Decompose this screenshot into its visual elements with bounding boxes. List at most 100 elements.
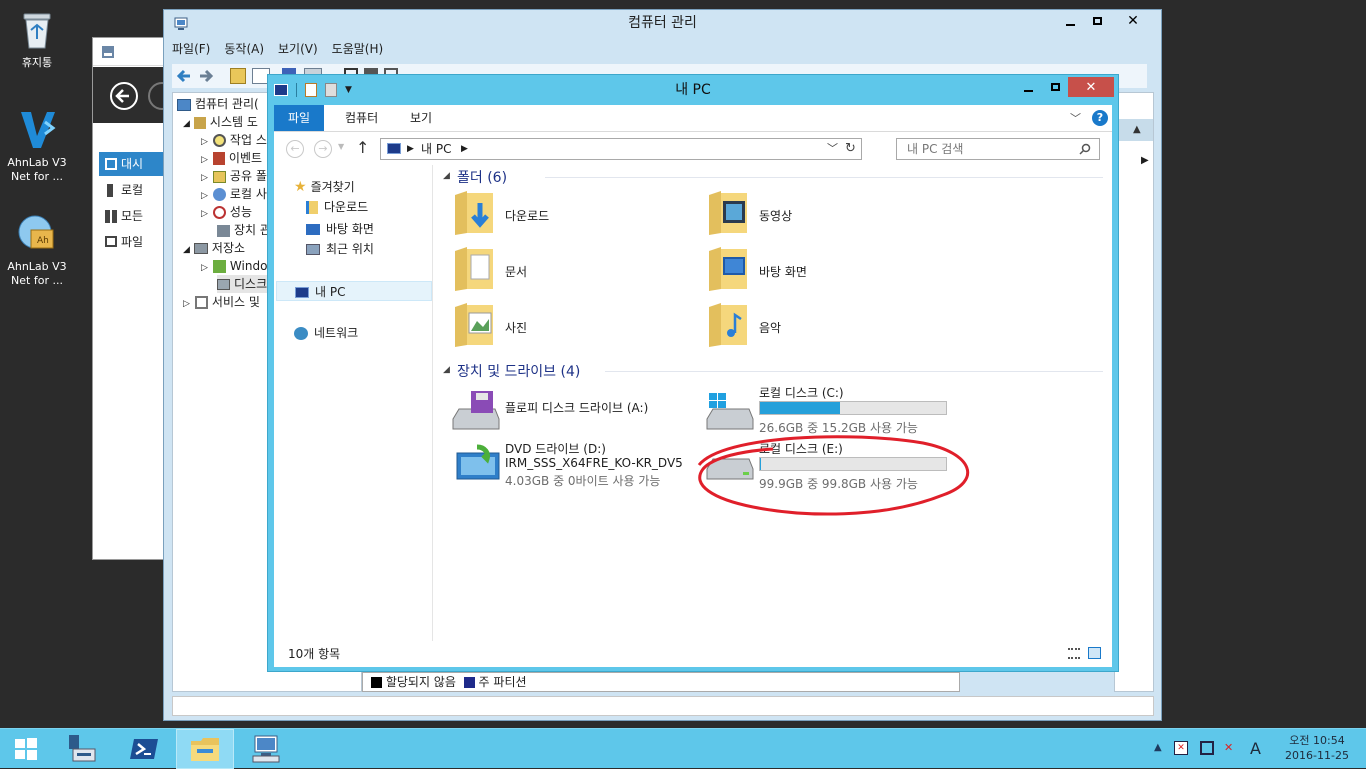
forward-button[interactable]: →: [314, 140, 332, 158]
tree-item-storage[interactable]: ◢저장소: [183, 239, 245, 257]
maximize-button[interactable]: [1084, 10, 1110, 32]
taskbar-server-manager[interactable]: [52, 729, 110, 769]
expand-ribbon-icon[interactable]: ﹀: [1070, 110, 1081, 126]
close-button[interactable]: ✕: [1068, 77, 1114, 97]
collapse-icon: ◢: [183, 119, 190, 129]
volume-muted-icon[interactable]: ✕: [1224, 741, 1240, 755]
tree-item-system-tools[interactable]: ◢시스템 도: [183, 113, 258, 131]
folder-item-desktop[interactable]: 바탕 화면: [759, 263, 807, 280]
start-button[interactable]: [0, 729, 52, 769]
ahnlab-setup-icon: Ah: [15, 212, 59, 256]
ribbon-tab-file[interactable]: 파일: [274, 105, 324, 131]
back-arrow-icon[interactable]: [109, 81, 139, 111]
desktop-icon-label: AhnLab V3 Net for ...: [7, 156, 66, 183]
tree-item-shared-folders[interactable]: ▷공유 폴: [201, 167, 267, 185]
folder-item-downloads[interactable]: 다운로드: [505, 207, 549, 224]
tree-item-root[interactable]: 컴퓨터 관리(: [177, 95, 259, 113]
tree-item-task-scheduler[interactable]: ▷작업 스: [201, 131, 267, 149]
tree-item-device-manager[interactable]: 장치 관: [217, 221, 271, 239]
tree-item-services[interactable]: ▷서비스 및: [183, 293, 260, 311]
sidebar-item-file-services[interactable]: 파일: [99, 230, 143, 254]
desktop-icon-ahnlab-1[interactable]: AhnLab V3 Net for ...: [1, 108, 73, 184]
minimize-button[interactable]: [1014, 77, 1042, 97]
actions-header[interactable]: ▲: [1115, 119, 1153, 141]
back-button[interactable]: ←: [286, 140, 304, 158]
search-icon: [1079, 143, 1091, 155]
folder-item-music[interactable]: 음악: [759, 319, 781, 336]
taskbar-powershell[interactable]: [116, 729, 174, 769]
menu-file[interactable]: 파일(F): [172, 40, 210, 60]
desktop-icon-recycle-bin[interactable]: 휴지통: [1, 8, 73, 70]
sidebar-item-local[interactable]: 로컬: [99, 178, 143, 202]
folder-item-videos[interactable]: 동영상: [759, 207, 792, 224]
chevron-down-icon[interactable]: ﹀: [827, 139, 838, 159]
folder-item-documents[interactable]: 문서: [505, 263, 527, 280]
drive-item-c[interactable]: 로컬 디스크 (C:): [759, 384, 844, 401]
expand-icon: ▷: [201, 191, 208, 201]
taskbar: ▲ ✕ ✕ A 오전 10:54 2016-11-25: [0, 728, 1366, 768]
nav-network[interactable]: 네트워크: [294, 323, 358, 343]
back-icon[interactable]: [176, 68, 192, 84]
expand-icon: ▷: [201, 155, 208, 165]
help-icon[interactable]: ?: [1092, 110, 1108, 126]
sidebar-item-all-servers[interactable]: 모든: [99, 204, 143, 228]
menu-view[interactable]: 보기(V): [278, 40, 318, 60]
nav-downloads[interactable]: 다운로드: [306, 197, 368, 217]
menu-action[interactable]: 동작(A): [224, 40, 264, 60]
ribbon-tab-view[interactable]: 보기: [396, 105, 446, 131]
ime-indicator[interactable]: A: [1250, 739, 1261, 758]
desktop-icon-label: 휴지통: [22, 56, 52, 69]
collapse-group-icon[interactable]: ◢: [443, 171, 450, 181]
drive-item-dvd[interactable]: DVD 드라이브 (D:): [505, 440, 606, 457]
taskbar-file-explorer[interactable]: [176, 729, 234, 769]
refresh-icon[interactable]: ↻: [845, 139, 856, 159]
group-header-devices[interactable]: 장치 및 드라이브 (4): [457, 361, 580, 381]
sidebar-item-dashboard[interactable]: 대시: [99, 152, 173, 176]
recent-locations-icon[interactable]: ▼: [338, 142, 344, 151]
drive-c-usage-bar: [759, 401, 947, 415]
action-center-icon[interactable]: ✕: [1174, 741, 1188, 755]
collapse-group-icon[interactable]: ◢: [443, 365, 450, 375]
more-actions-icon[interactable]: ▶: [1141, 155, 1149, 166]
nav-desktop[interactable]: 바탕 화면: [306, 219, 374, 239]
tree-item-performance[interactable]: ▷성능: [201, 203, 252, 221]
taskbar-computer-management[interactable]: [238, 729, 296, 769]
ribbon-tab-computer[interactable]: 컴퓨터: [331, 105, 392, 131]
desktop-icon-ahnlab-2[interactable]: Ah AhnLab V3 Net for ...: [1, 212, 73, 288]
nav-recent[interactable]: 최근 위치: [306, 239, 374, 259]
menu-help[interactable]: 도움말(H): [332, 40, 384, 60]
tree-item-event-viewer[interactable]: ▷이벤트: [201, 149, 262, 167]
chevron-right-icon[interactable]: ▶: [461, 139, 468, 159]
star-icon: ★: [294, 179, 307, 195]
computer-management-icon: [251, 734, 283, 764]
recycle-bin-icon: [15, 8, 59, 52]
nav-this-pc[interactable]: 내 PC: [276, 281, 432, 301]
network-tray-icon[interactable]: [1200, 741, 1214, 755]
nav-favorites[interactable]: ★즐겨찾기: [294, 177, 355, 197]
chevron-right-icon[interactable]: ▶: [407, 139, 414, 159]
show-hidden-icons[interactable]: ▲: [1154, 742, 1162, 753]
videos-folder-icon: [707, 189, 751, 237]
search-input[interactable]: 내 PC 검색: [896, 138, 1100, 160]
file-explorer-icon: [189, 735, 221, 763]
forward-icon[interactable]: [198, 68, 214, 84]
details-view-icon[interactable]: [1068, 648, 1080, 659]
up-folder-icon[interactable]: [230, 68, 246, 84]
explorer-window[interactable]: ▼ 내 PC ✕ 파일 컴퓨터 보기 ﹀ ? ← → ▼ ↑ ▶ 내 PC ▶ …: [267, 74, 1119, 672]
server-manager-titlebar[interactable]: [93, 38, 173, 66]
clock[interactable]: 오전 10:54 2016-11-25: [1272, 733, 1362, 763]
tree-item-local-users[interactable]: ▷로컬 사: [201, 185, 267, 203]
collapse-icon: ◢: [183, 245, 190, 255]
server-manager-window[interactable]: 대시 로컬 모든 파일: [92, 37, 172, 560]
actions-pane: ▲ ▶: [1114, 92, 1154, 692]
tree-item-windows-backup[interactable]: ▷Windo: [201, 257, 267, 275]
folder-item-pictures[interactable]: 사진: [505, 319, 527, 336]
close-button[interactable]: ✕: [1110, 10, 1156, 32]
minimize-button[interactable]: [1056, 10, 1084, 32]
maximize-button[interactable]: [1042, 77, 1068, 97]
large-icons-view-icon[interactable]: [1088, 647, 1101, 659]
up-button[interactable]: ↑: [356, 138, 369, 157]
group-header-folders[interactable]: 폴더 (6): [457, 167, 507, 187]
drive-item-floppy[interactable]: 플로피 디스크 드라이브 (A:): [505, 399, 648, 416]
address-bar[interactable]: ▶ 내 PC ▶ ﹀ ↻: [380, 138, 862, 160]
